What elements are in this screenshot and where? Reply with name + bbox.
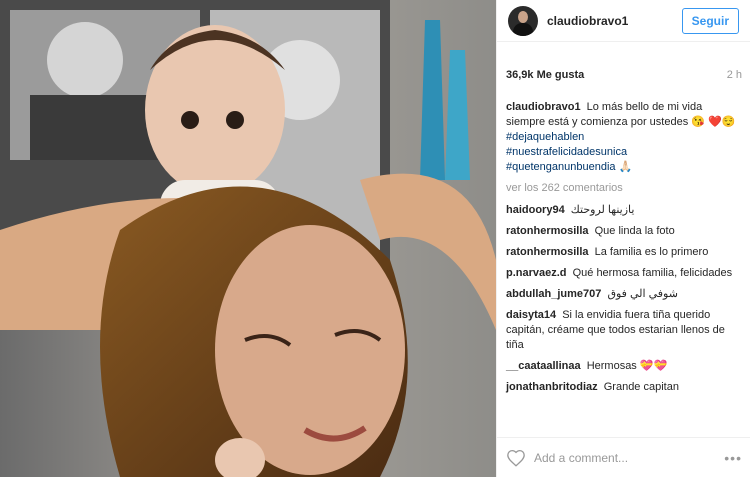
comment-username[interactable]: jonathanbritodiaz: [506, 381, 598, 393]
post-time[interactable]: 2 h: [727, 69, 742, 81]
post-meta: 36,9k Me gusta 2 h: [497, 56, 750, 94]
comment-text: Grande capitan: [603, 381, 679, 393]
comments-section: claudiobravo1 Lo más bello de mi vida si…: [497, 94, 750, 437]
instagram-post: claudiobravo1 Seguir 36,9k Me gusta 2 h …: [0, 0, 750, 477]
caption-username[interactable]: claudiobravo1: [506, 101, 581, 113]
comment-item: p.narvaez.d Qué hermosa familia, felicid…: [506, 266, 740, 281]
comment-item: daisyta14 Si la envidia fuera tiña queri…: [506, 308, 740, 353]
post-sidebar: claudiobravo1 Seguir 36,9k Me gusta 2 h …: [496, 0, 750, 477]
comment-username[interactable]: ratonhermosilla: [506, 246, 589, 258]
hashtag-link[interactable]: #dejaquehablen: [506, 130, 740, 145]
comment-item: abdullah_jume707 شوفي الي فوق: [506, 287, 740, 302]
comment-username[interactable]: daisyta14: [506, 309, 556, 321]
comment-item: ratonhermosilla La familia es lo primero: [506, 245, 740, 260]
follow-button[interactable]: Seguir: [681, 7, 739, 34]
comment-text: Hermosas 💝💝: [586, 360, 668, 372]
comment-item: haidoory94 يازينها لروحتك: [506, 203, 740, 218]
add-comment-input[interactable]: Add a comment...: [534, 451, 724, 465]
comment-username[interactable]: abdullah_jume707: [506, 288, 601, 300]
comment-text: Que linda la foto: [594, 225, 675, 237]
comment-username[interactable]: ratonhermosilla: [506, 225, 589, 237]
comment-item: jonathanbritodiaz Grande capitan: [506, 380, 740, 395]
comment-text: شوفي الي فوق: [607, 288, 678, 300]
photo-illustration: [0, 0, 496, 477]
more-options-button[interactable]: •••: [724, 450, 742, 466]
comment-text: La familia es lo primero: [594, 246, 709, 258]
post-header: claudiobravo1 Seguir: [497, 0, 750, 42]
comment-text: Qué hermosa familia, felicidades: [572, 267, 733, 279]
hashtag-link[interactable]: #nuestrafelicidadesunica: [506, 145, 740, 160]
comment-item: __caataallinaa Hermosas 💝💝: [506, 359, 740, 374]
comment-text: يازينها لروحتك: [570, 204, 635, 216]
comment-username[interactable]: p.narvaez.d: [506, 267, 567, 279]
post-photo[interactable]: [0, 0, 496, 477]
post-footer: Add a comment... •••: [497, 437, 750, 477]
header-username[interactable]: claudiobravo1: [547, 14, 682, 28]
comment-item: ratonhermosilla Que linda la foto: [506, 224, 740, 239]
view-all-comments-link[interactable]: ver los 262 comentarios: [506, 181, 740, 196]
heart-icon[interactable]: [506, 449, 526, 467]
likes-count[interactable]: 36,9k Me gusta: [506, 69, 584, 81]
hashtag-link[interactable]: #quetenganunbuendia 🙏🏻: [506, 160, 740, 175]
caption: claudiobravo1 Lo más bello de mi vida si…: [506, 100, 740, 175]
comment-username[interactable]: __caataallinaa: [506, 360, 581, 372]
comment-username[interactable]: haidoory94: [506, 204, 565, 216]
avatar[interactable]: [508, 5, 538, 36]
